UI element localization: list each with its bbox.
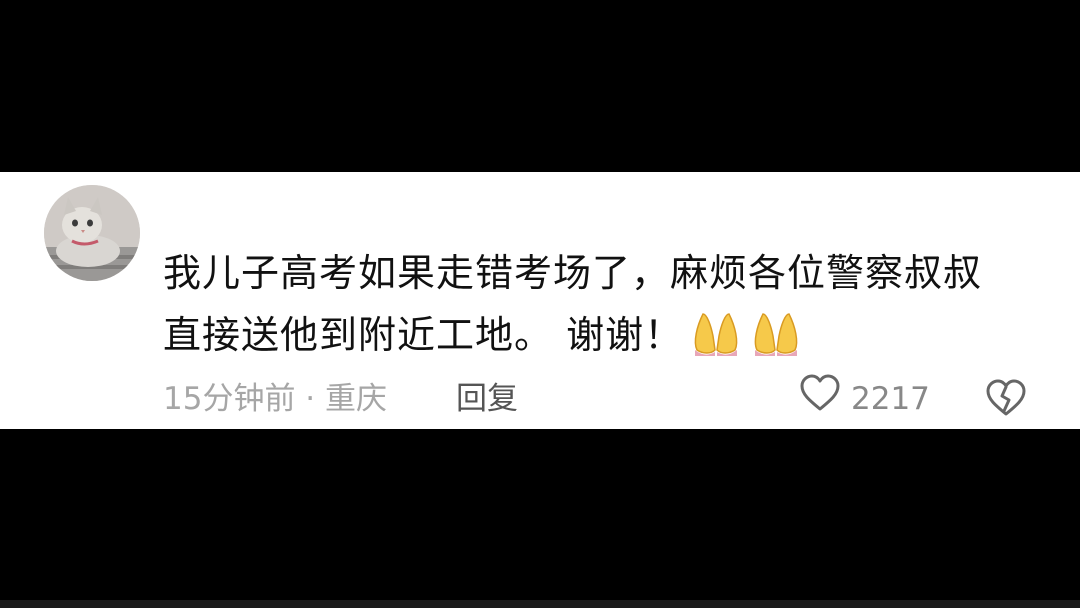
dislike-button[interactable] (985, 379, 1027, 429)
bottom-divider (0, 600, 1080, 608)
broken-heart-icon (986, 379, 1026, 416)
comment-time-location: 15分钟前 · 重庆 (163, 381, 388, 417)
comment-text-line-2-text: 直接送他到附近工地。 谢谢！ (163, 313, 684, 357)
like-count: 2217 (851, 381, 930, 417)
comment-text-line-1: 我儿子高考如果走错考场了，麻烦各位警察叔叔 (163, 251, 983, 295)
comment-text-line-2: 直接送他到附近工地。 谢谢！ (163, 304, 1043, 376)
comment-body: 我儿子高考如果走错考场了，麻烦各位警察叔叔 直接送他到附近工地。 谢谢！ (163, 242, 1043, 376)
heart-outline-icon (799, 374, 841, 424)
cat-avatar-icon (44, 185, 140, 281)
like-button[interactable]: 2217 (799, 374, 930, 424)
folded-hands-icon (749, 310, 803, 376)
reply-button[interactable]: 回复 (456, 377, 518, 421)
user-avatar[interactable] (44, 185, 140, 281)
screen: 我儿子高考如果走错考场了，麻烦各位警察叔叔 直接送他到附近工地。 谢谢！ 15分… (0, 0, 1080, 608)
comment-card: 我儿子高考如果走错考场了，麻烦各位警察叔叔 直接送他到附近工地。 谢谢！ 15分… (0, 172, 1080, 429)
comment-meta-row: 15分钟前 · 重庆 回复 2217 (163, 374, 1043, 424)
folded-hands-icon (689, 310, 743, 376)
